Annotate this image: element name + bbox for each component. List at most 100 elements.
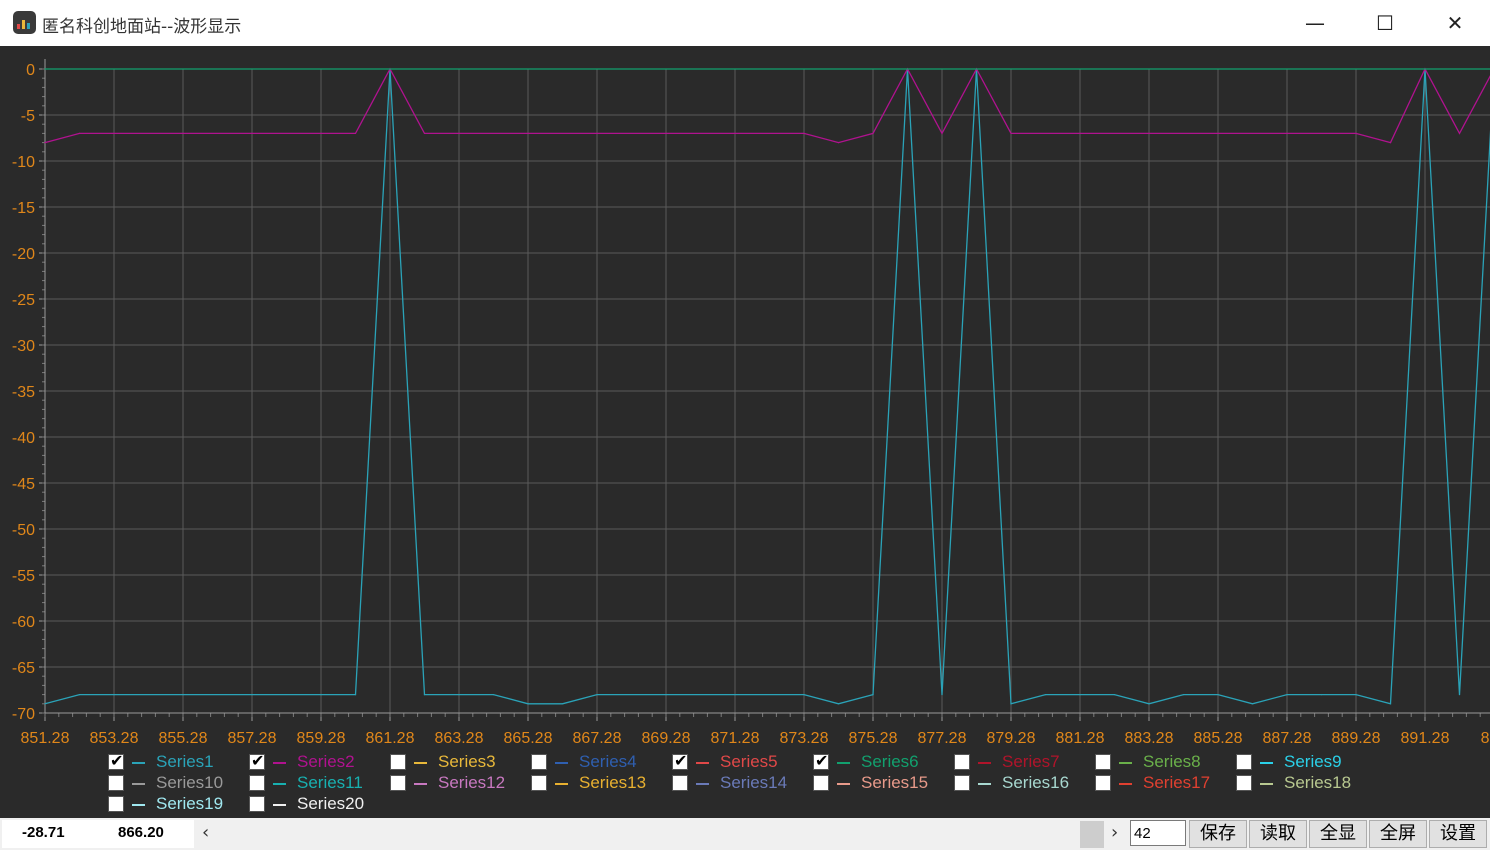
series-checkbox[interactable]	[249, 796, 265, 812]
series-point-series1	[872, 694, 874, 696]
series-checkbox[interactable]: ✔	[672, 751, 688, 770]
series-color-swatch	[273, 783, 286, 785]
series-checkbox[interactable]	[249, 775, 265, 791]
legend-item-series3[interactable]: Series3	[390, 752, 530, 772]
y-tick-label: -10	[12, 154, 35, 171]
maximize-button[interactable]: ☐	[1350, 0, 1420, 46]
legend-item-series9[interactable]: Series9	[1236, 752, 1376, 772]
series-color-swatch	[132, 762, 145, 764]
scroll-thumb[interactable]	[1080, 821, 1104, 848]
series-point-series1	[1217, 694, 1219, 696]
minimize-button[interactable]: —	[1280, 0, 1350, 46]
series-point-series1	[113, 694, 115, 696]
series-checkbox[interactable]	[108, 775, 124, 791]
series-point-series1	[1113, 694, 1116, 696]
series-point-series1	[561, 703, 564, 705]
series-checkbox[interactable]	[531, 754, 547, 770]
series-point-series1	[492, 694, 495, 696]
scroll-left-button[interactable]: ‹	[202, 822, 209, 843]
show-all-button[interactable]: 全显	[1309, 820, 1367, 848]
series-checkbox[interactable]	[390, 775, 406, 791]
series-checkbox[interactable]	[954, 775, 970, 791]
legend-item-series13[interactable]: Series13	[531, 773, 671, 793]
close-button[interactable]: ✕	[1420, 0, 1490, 46]
x-tick-label: 875.28	[849, 730, 898, 747]
legend-item-series7[interactable]: Series7	[954, 752, 1094, 772]
series-point-series2	[803, 132, 805, 134]
legend-item-series6[interactable]: ✔ Series6	[813, 751, 953, 772]
read-button[interactable]: 读取	[1249, 820, 1307, 848]
series-label: Series6	[861, 752, 919, 771]
series-color-swatch	[555, 783, 568, 785]
legend-item-series4[interactable]: Series4	[531, 752, 671, 772]
series-point-series1	[182, 694, 184, 696]
series-point-series2	[320, 132, 322, 134]
x-tick-label: 873.28	[780, 730, 829, 747]
legend-item-series15[interactable]: Series15	[813, 773, 953, 793]
series-point-series1	[1286, 694, 1288, 696]
series-label: Series4	[579, 752, 637, 771]
series-checkbox[interactable]	[672, 775, 688, 791]
series-checkbox[interactable]	[1236, 775, 1252, 791]
series-point-series1	[1355, 694, 1357, 696]
series-point-series1	[423, 694, 426, 696]
series-checkbox[interactable]	[108, 796, 124, 812]
series-checkbox[interactable]	[531, 775, 547, 791]
series-checkbox[interactable]	[1095, 775, 1111, 791]
series-checkbox[interactable]	[1095, 754, 1111, 770]
series-point-series2	[837, 142, 840, 144]
series-label: Series3	[438, 752, 496, 771]
legend-item-series2[interactable]: ✔ Series2	[249, 751, 389, 772]
series-color-swatch	[414, 783, 427, 785]
legend-item-series8[interactable]: Series8	[1095, 752, 1235, 772]
legend-item-series17[interactable]: Series17	[1095, 773, 1235, 793]
series-point-series2	[1355, 132, 1357, 134]
x-tick-label: 891.28	[1401, 730, 1450, 747]
legend-item-series14[interactable]: Series14	[672, 773, 812, 793]
cursor-y-readout: -28.71	[2, 820, 92, 848]
points-count-input[interactable]: 42	[1130, 820, 1186, 846]
legend-item-series16[interactable]: Series16	[954, 773, 1094, 793]
x-tick-label: 863.28	[435, 730, 484, 747]
waveform-chart[interactable]: 0 -5 -10 -15 -20 -25 -30 -35 -40 -45 -50 -55 -60 -65 -…	[0, 46, 1490, 750]
checkmark-icon: ✔	[110, 751, 124, 770]
y-tick-label: -40	[12, 430, 35, 447]
series-point-series1	[458, 694, 460, 696]
series-label: Series9	[1284, 752, 1342, 771]
series-checkbox[interactable]	[1236, 754, 1252, 770]
x-tick-label: 853.28	[90, 730, 139, 747]
series-checkbox[interactable]: ✔	[108, 751, 124, 770]
status-bar: -28.71 866.20 ‹ › 42 保存 读取 全显 全屏 设置	[0, 818, 1490, 850]
legend-item-series1[interactable]: ✔ Series1	[108, 751, 248, 772]
series-checkbox[interactable]: ✔	[813, 751, 829, 770]
legend-item-series5[interactable]: ✔ Series5	[672, 751, 812, 772]
series-point-series1	[1148, 703, 1150, 705]
series-checkbox[interactable]	[813, 775, 829, 791]
x-tick-label: 859.28	[297, 730, 346, 747]
legend-item-series20[interactable]: Series20	[249, 794, 389, 814]
scroll-right-button[interactable]: ›	[1111, 822, 1118, 843]
x-tick-label: 885.28	[1194, 730, 1243, 747]
save-button[interactable]: 保存	[1189, 820, 1247, 848]
legend-item-series12[interactable]: Series12	[390, 773, 530, 793]
series-checkbox[interactable]	[390, 754, 406, 770]
legend-item-series10[interactable]: Series10	[108, 773, 248, 793]
series-point-series1	[1044, 694, 1047, 696]
series-label: Series18	[1284, 773, 1352, 792]
series-checkbox[interactable]: ✔	[249, 751, 265, 770]
waveform-plot[interactable]: 0 -5 -10 -15 -20 -25 -30 -35 -40 -45 -50 -55 -60 -65 -…	[0, 46, 1490, 750]
series-checkbox[interactable]	[954, 754, 970, 770]
legend-item-series11[interactable]: Series11	[249, 773, 389, 793]
x-tick-label: 855.28	[159, 730, 208, 747]
legend-item-series18[interactable]: Series18	[1236, 773, 1376, 793]
fullscreen-button[interactable]: 全屏	[1369, 820, 1427, 848]
series-color-swatch	[273, 804, 286, 806]
series-point-series2	[423, 132, 426, 134]
series-point-series1	[1079, 694, 1081, 696]
series-point-series1	[1389, 703, 1392, 705]
series-point-series6	[44, 68, 46, 70]
settings-button[interactable]: 设置	[1429, 820, 1487, 848]
legend-item-series19[interactable]: Series19	[108, 794, 248, 814]
series-point-series1	[941, 694, 943, 696]
series-point-series1	[734, 694, 736, 696]
